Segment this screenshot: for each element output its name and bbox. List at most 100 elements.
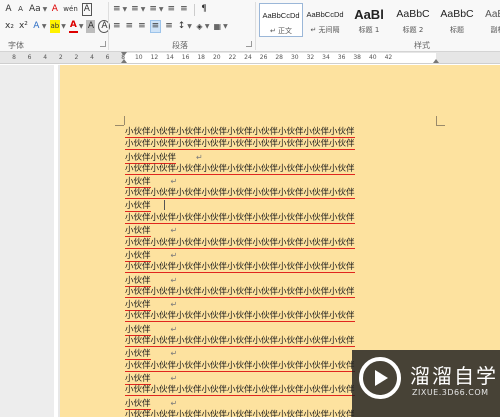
- line-text: 小伙伴小伙伴小伙伴小伙伴小伙伴小伙伴小伙伴小伙伴小伙伴: [125, 409, 355, 417]
- align-left-button[interactable]: ≡: [112, 20, 122, 33]
- paragraph-mark-icon: ↵: [170, 324, 178, 334]
- style-heading-1[interactable]: AaBl 标题 1: [347, 3, 391, 37]
- line-text: 小伙伴小伙伴小伙伴小伙伴小伙伴小伙伴小伙伴小伙伴小伙伴: [125, 311, 355, 323]
- text-line: 小伙伴小伙伴小伙伴小伙伴小伙伴小伙伴小伙伴小伙伴小伙伴: [125, 163, 437, 176]
- font-color-button[interactable]: A: [68, 20, 78, 33]
- superscript-button[interactable]: x²: [18, 20, 29, 33]
- line-text: 小伙伴: [125, 226, 151, 238]
- ruler-number: 8: [12, 54, 16, 61]
- ruler-number: 18: [197, 54, 206, 61]
- line-text: 小伙伴小伙伴小伙伴小伙伴小伙伴小伙伴小伙伴小伙伴小伙伴: [125, 237, 355, 249]
- left-indent-marker[interactable]: [121, 59, 127, 63]
- paragraph-mark-icon: ↵: [170, 177, 178, 187]
- chevron-down-icon[interactable]: ▼: [223, 23, 228, 30]
- ruler-number: 40: [368, 54, 377, 61]
- text-line: 小伙伴小伙伴小伙伴小伙伴小伙伴小伙伴小伙伴小伙伴小伙伴: [125, 262, 437, 274]
- style-heading-2[interactable]: AaBbC 标题 2: [391, 3, 435, 37]
- ruler-number: 20: [212, 54, 221, 61]
- style-preview: AaBbCcDd: [306, 10, 344, 19]
- text-line: 小伙伴小伙伴小伙伴小伙伴小伙伴小伙伴小伙伴小伙伴小伙伴: [125, 127, 437, 139]
- line-text: 小伙伴: [125, 177, 151, 189]
- change-case-button[interactable]: Aa: [28, 3, 42, 16]
- style-label: 标题: [450, 26, 464, 34]
- ruler-number: 6: [105, 54, 110, 61]
- paragraph-mark-icon: ↵: [170, 373, 178, 383]
- paragraph-mark-icon: ↵: [170, 398, 178, 408]
- align-center-button[interactable]: ≡: [125, 20, 135, 33]
- borders-button[interactable]: ▦: [213, 20, 223, 33]
- line-text: 小伙伴: [125, 200, 151, 212]
- subscript-button[interactable]: x₂: [4, 20, 15, 33]
- highlight-button[interactable]: ab: [49, 20, 61, 33]
- ruler-number: 24: [244, 54, 252, 61]
- ruler-number: 36: [337, 54, 346, 61]
- watermark: 溜溜自学 ZIXUE.3D66.COM: [352, 350, 500, 417]
- text-line: 小伙伴 ↵: [125, 225, 437, 238]
- vertical-ruler[interactable]: [0, 65, 58, 417]
- decrease-indent-button[interactable]: ≡: [167, 3, 177, 16]
- shading-button[interactable]: ◈: [195, 20, 204, 33]
- ruler-number: 28: [275, 54, 284, 61]
- style-label: ↵ 正文: [269, 27, 293, 35]
- distributed-button[interactable]: ≡: [164, 20, 174, 33]
- clear-format-button[interactable]: A: [50, 3, 59, 16]
- font-row-1: A A Aa ▼ A wén A: [4, 3, 92, 16]
- font-dialog-launcher-icon[interactable]: [100, 41, 106, 47]
- style-preview: AaBbC: [440, 8, 474, 20]
- align-right-button[interactable]: ≡: [137, 20, 147, 33]
- ruler-number: 10: [134, 54, 143, 61]
- ruler-number: 26: [259, 54, 268, 61]
- chevron-down-icon[interactable]: ▼: [205, 23, 210, 30]
- text-line: 小伙伴 ↵: [125, 250, 437, 262]
- styles-group-label: 样式: [414, 41, 430, 50]
- show-marks-button[interactable]: ¶: [200, 3, 209, 16]
- char-shading-button[interactable]: A: [86, 20, 96, 33]
- chevron-down-icon[interactable]: ▼: [61, 23, 66, 30]
- ribbon: A A Aa ▼ A wén A x₂ x² A ▼ ab ▼ A ▼ A A ≡ ▼ ≡…: [0, 0, 500, 52]
- paragraph-dialog-launcher-icon[interactable]: [246, 41, 252, 47]
- text-effect-button[interactable]: A: [32, 20, 41, 33]
- char-border-button[interactable]: A: [81, 3, 92, 16]
- horizontal-ruler[interactable]: 8 6 4 2 2 4 6 8 10 12 14 16 18 20 22 24 26 28 30 32 34 36 38 40…: [0, 52, 500, 64]
- text-line: 小伙伴 ↵: [125, 275, 437, 287]
- text-line: 小伙伴小伙伴小伙伴小伙伴小伙伴小伙伴小伙伴小伙伴小伙伴: [125, 139, 437, 151]
- chevron-down-icon[interactable]: ▼: [123, 6, 128, 13]
- style-preview: AaBl: [354, 7, 384, 22]
- right-indent-marker[interactable]: [433, 59, 439, 63]
- paragraph-group-label: 段落: [172, 41, 188, 50]
- first-line-indent-marker[interactable]: [121, 52, 127, 56]
- text-line: 小伙伴 ↵: [125, 176, 437, 189]
- ruler-number: 42: [384, 54, 393, 61]
- style-normal[interactable]: AaBbCcDd ↵ 正文: [259, 3, 303, 37]
- chevron-down-icon[interactable]: ▼: [187, 23, 192, 30]
- line-text: 小伙伴小伙伴小伙伴小伙伴小伙伴小伙伴小伙伴小伙伴小伙伴: [125, 213, 355, 225]
- increase-indent-button[interactable]: ≡: [179, 3, 189, 16]
- style-title[interactable]: AaBbC 标题: [435, 3, 479, 37]
- chevron-down-icon[interactable]: ▼: [159, 6, 164, 13]
- ruler-number: 12: [150, 54, 159, 61]
- watermark-subtitle: ZIXUE.3D66.COM: [412, 388, 489, 397]
- grow-font-button[interactable]: A: [4, 3, 13, 16]
- paragraph-mark-icon: ↵: [196, 152, 203, 162]
- line-spacing-button[interactable]: ↕: [177, 20, 187, 33]
- paragraph-row-2: ≡ ≡ ≡ ≡ ≡ ↕ ▼ ◈ ▼ ▦ ▼: [112, 20, 228, 33]
- line-text: 小伙伴小伙伴小伙伴小伙伴小伙伴小伙伴小伙伴小伙伴小伙伴: [125, 336, 355, 348]
- shrink-font-button[interactable]: A: [16, 3, 25, 16]
- chevron-down-icon[interactable]: ▼: [43, 6, 48, 13]
- line-text: 小伙伴小伙伴: [125, 152, 177, 164]
- phonetic-guide-button[interactable]: wén: [62, 3, 78, 16]
- bullets-button[interactable]: ≡: [112, 3, 122, 16]
- style-no-spacing[interactable]: AaBbCcDd ↵ 无间隔: [303, 3, 347, 37]
- paragraph-row-1: ≡ ▼ ≡ ▼ ≡ ▼ ≡ ≡ ¶: [112, 3, 209, 16]
- justify-button[interactable]: ≡: [149, 20, 162, 33]
- style-subtitle[interactable]: AaBbC 副标题: [479, 3, 500, 37]
- paragraph-mark-icon: ↵: [170, 226, 178, 236]
- multilevel-list-button[interactable]: ≡: [148, 3, 158, 16]
- style-label: 标题 2: [402, 26, 424, 34]
- chevron-down-icon[interactable]: ▼: [79, 23, 84, 30]
- ruler-number: 2: [74, 54, 79, 61]
- chevron-down-icon[interactable]: ▼: [141, 6, 146, 13]
- chevron-down-icon[interactable]: ▼: [42, 23, 47, 30]
- line-text: 小伙伴: [125, 300, 151, 312]
- numbering-button[interactable]: ≡: [130, 3, 140, 16]
